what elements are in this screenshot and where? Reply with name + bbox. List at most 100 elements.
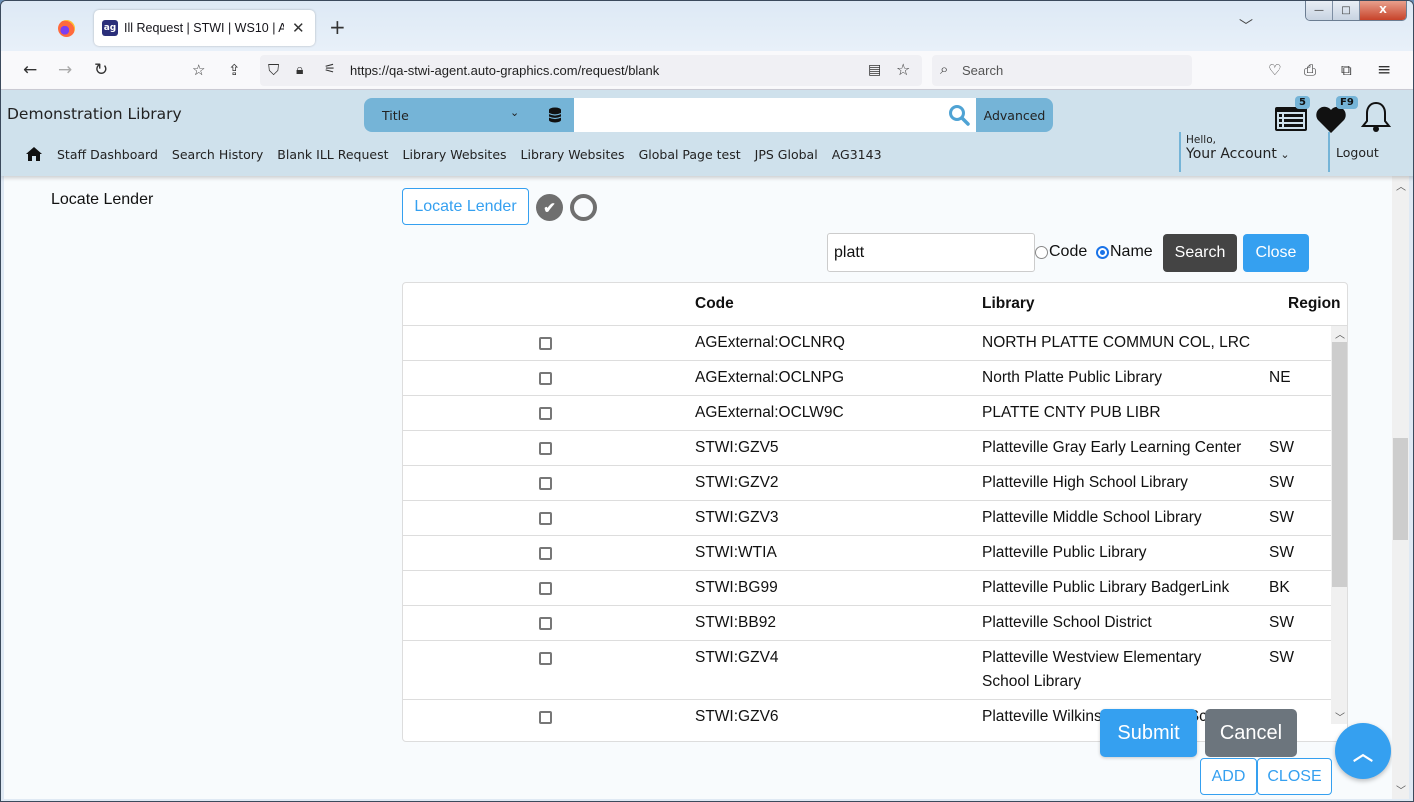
- heart-icon[interactable]: [1315, 105, 1347, 135]
- permissions-icon[interactable]: ⚟: [324, 59, 336, 81]
- tab-strip: ag Ill Request | STWI | WS10 | Auto-Grap…: [1, 1, 1413, 51]
- lender-close-button[interactable]: Close: [1243, 234, 1309, 272]
- list-tabs-chevron-icon[interactable]: ﹀: [1239, 16, 1253, 36]
- table-scrollbar[interactable]: ︿ ﹀: [1331, 326, 1347, 724]
- browser-window: ag Ill Request | STWI | WS10 | Auto-Grap…: [0, 0, 1414, 802]
- advanced-search-button[interactable]: Advanced: [976, 98, 1053, 132]
- row-library: Platteville Public Library: [982, 544, 1147, 561]
- row-checkbox[interactable]: [539, 512, 552, 525]
- search-type-select[interactable]: Title ⌄: [364, 98, 574, 132]
- new-tab-button[interactable]: +: [329, 15, 346, 39]
- row-checkbox[interactable]: [539, 582, 552, 595]
- page-scrollbar[interactable]: ︿ ﹀: [1392, 176, 1409, 799]
- row-checkbox[interactable]: [539, 617, 552, 630]
- browser-tab-active[interactable]: ag Ill Request | STWI | WS10 | Auto-Grap…: [94, 10, 315, 46]
- row-library: Platteville High School Library: [982, 474, 1188, 491]
- database-icon[interactable]: [548, 107, 562, 123]
- menu-item-jps-global[interactable]: JPS Global: [755, 147, 818, 162]
- bell-icon[interactable]: [1361, 100, 1391, 134]
- page-scrollbar-thumb[interactable]: [1393, 438, 1408, 540]
- lender-search-button[interactable]: Search: [1163, 234, 1237, 272]
- row-checkbox[interactable]: [539, 477, 552, 490]
- home-star-icon[interactable]: ☆: [192, 59, 205, 81]
- menu-hamburger-icon[interactable]: ≡: [1377, 59, 1391, 81]
- menu-item-global-page-test[interactable]: Global Page test: [639, 147, 741, 162]
- home-icon[interactable]: [25, 146, 43, 162]
- scroll-down-icon[interactable]: ﹀: [1396, 782, 1406, 797]
- close-tab-icon[interactable]: ✕: [292, 19, 305, 37]
- reload-icon[interactable]: ↻: [94, 59, 108, 81]
- row-checkbox[interactable]: [539, 442, 552, 455]
- chevron-up-icon: ︿: [1353, 742, 1373, 765]
- cancel-button[interactable]: Cancel: [1205, 709, 1297, 757]
- firefox-logo-icon[interactable]: [58, 20, 75, 37]
- list-icon[interactable]: [1274, 106, 1308, 132]
- extensions-icon[interactable]: ⧉: [1341, 59, 1352, 81]
- maximize-button[interactable]: □: [1333, 1, 1360, 20]
- account-menu[interactable]: Hello, Your Account ⌄: [1179, 132, 1290, 172]
- row-checkbox[interactable]: [539, 337, 552, 350]
- table-row[interactable]: STWI:GZV3 Platteville Middle School Libra…: [403, 501, 1331, 536]
- radio-name[interactable]: [1096, 246, 1109, 259]
- add-button[interactable]: ADD: [1200, 758, 1257, 795]
- row-checkbox[interactable]: [539, 372, 552, 385]
- back-arrow-icon[interactable]: ←: [23, 59, 37, 81]
- print-icon[interactable]: ⎙: [1304, 59, 1316, 81]
- row-code: STWI:GZV2: [695, 474, 779, 491]
- reader-view-icon[interactable]: ▤: [868, 59, 881, 81]
- menu-item-library-websites[interactable]: Library Websites: [403, 147, 507, 162]
- radio-name-label[interactable]: Name: [1110, 243, 1153, 261]
- table-row[interactable]: STWI:GZV2 Platteville High School Library…: [403, 466, 1331, 501]
- lender-search-input[interactable]: [827, 233, 1035, 272]
- menu-item-ag3143[interactable]: AG3143: [832, 147, 882, 162]
- bookmark-star-icon[interactable]: ☆: [896, 59, 910, 81]
- catalog-search-input[interactable]: [574, 98, 976, 132]
- minimize-button[interactable]: —: [1306, 1, 1333, 20]
- empty-circle-icon: [570, 194, 597, 221]
- table-row[interactable]: STWI:WTIA Platteville Public Library SW: [403, 536, 1331, 571]
- row-checkbox[interactable]: [539, 547, 552, 560]
- shield-icon[interactable]: ⛉: [268, 59, 279, 81]
- scroll-up-icon[interactable]: ︿: [1396, 178, 1406, 193]
- table-scrollbar-thumb[interactable]: [1332, 342, 1347, 587]
- pocket-icon[interactable]: ♡: [1268, 59, 1281, 81]
- radio-code-label[interactable]: Code: [1049, 243, 1087, 261]
- scroll-down-icon[interactable]: ﹀: [1335, 709, 1345, 724]
- forward-arrow-icon[interactable]: →: [58, 59, 72, 81]
- scroll-up-icon[interactable]: ︿: [1335, 326, 1345, 341]
- menu-item-search-history[interactable]: Search History: [172, 147, 263, 162]
- scroll-to-top-button[interactable]: ︿: [1335, 723, 1391, 779]
- logout-link[interactable]: Logout: [1328, 132, 1379, 172]
- row-checkbox[interactable]: [539, 407, 552, 420]
- row-library: Platteville Gray Early Learning Center: [982, 439, 1242, 456]
- table-row[interactable]: STWI:GZV4 Platteville Westview Elementary…: [403, 641, 1331, 700]
- row-region: SW: [1269, 509, 1294, 526]
- menu-item-staff-dashboard[interactable]: Staff Dashboard: [57, 147, 158, 162]
- row-checkbox[interactable]: [539, 711, 552, 724]
- radio-code[interactable]: [1035, 246, 1048, 259]
- row-region: SW: [1269, 649, 1294, 666]
- row-checkbox[interactable]: [539, 652, 552, 665]
- share-icon[interactable]: ⇪: [228, 59, 241, 81]
- table-row[interactable]: STWI:BG99 Platteville Public Library Badg…: [403, 571, 1331, 606]
- locate-lender-button[interactable]: Locate Lender: [402, 188, 529, 225]
- url-bar[interactable]: ⛉ 🔒︎ ⚟ https://qa-stwi-agent.auto-graphi…: [260, 55, 922, 86]
- row-library: Platteville Public Library BadgerLink: [982, 579, 1230, 596]
- browser-search-bar[interactable]: ⌕ Search: [932, 55, 1192, 86]
- table-row[interactable]: AGExternal:OCLW9C PLATTE CNTY PUB LIBR: [403, 396, 1331, 431]
- row-code: STWI:BB92: [695, 614, 776, 631]
- menu-item-library-websites-2[interactable]: Library Websites: [521, 147, 625, 162]
- submit-button[interactable]: Submit: [1100, 709, 1197, 757]
- close-window-button[interactable]: X: [1360, 1, 1406, 20]
- table-row[interactable]: STWI:BB92 Platteville School District SW: [403, 606, 1331, 641]
- table-row[interactable]: AGExternal:OCLNRQ NORTH PLATTE COMMUN COL…: [403, 326, 1331, 361]
- menu-item-blank-ill-request[interactable]: Blank ILL Request: [277, 147, 388, 162]
- close-button[interactable]: CLOSE: [1257, 758, 1332, 795]
- search-icon[interactable]: [948, 104, 970, 126]
- url-text[interactable]: https://qa-stwi-agent.auto-graphics.com/…: [350, 63, 659, 78]
- lock-icon[interactable]: 🔒︎: [296, 59, 303, 81]
- table-body[interactable]: AGExternal:OCLNRQ NORTH PLATTE COMMUN COL…: [403, 326, 1331, 724]
- browser-search-placeholder: Search: [962, 63, 1004, 78]
- table-row[interactable]: AGExternal:OCLNPG North Platte Public Lib…: [403, 361, 1331, 396]
- table-row[interactable]: STWI:GZV5 Platteville Gray Early Learning…: [403, 431, 1331, 466]
